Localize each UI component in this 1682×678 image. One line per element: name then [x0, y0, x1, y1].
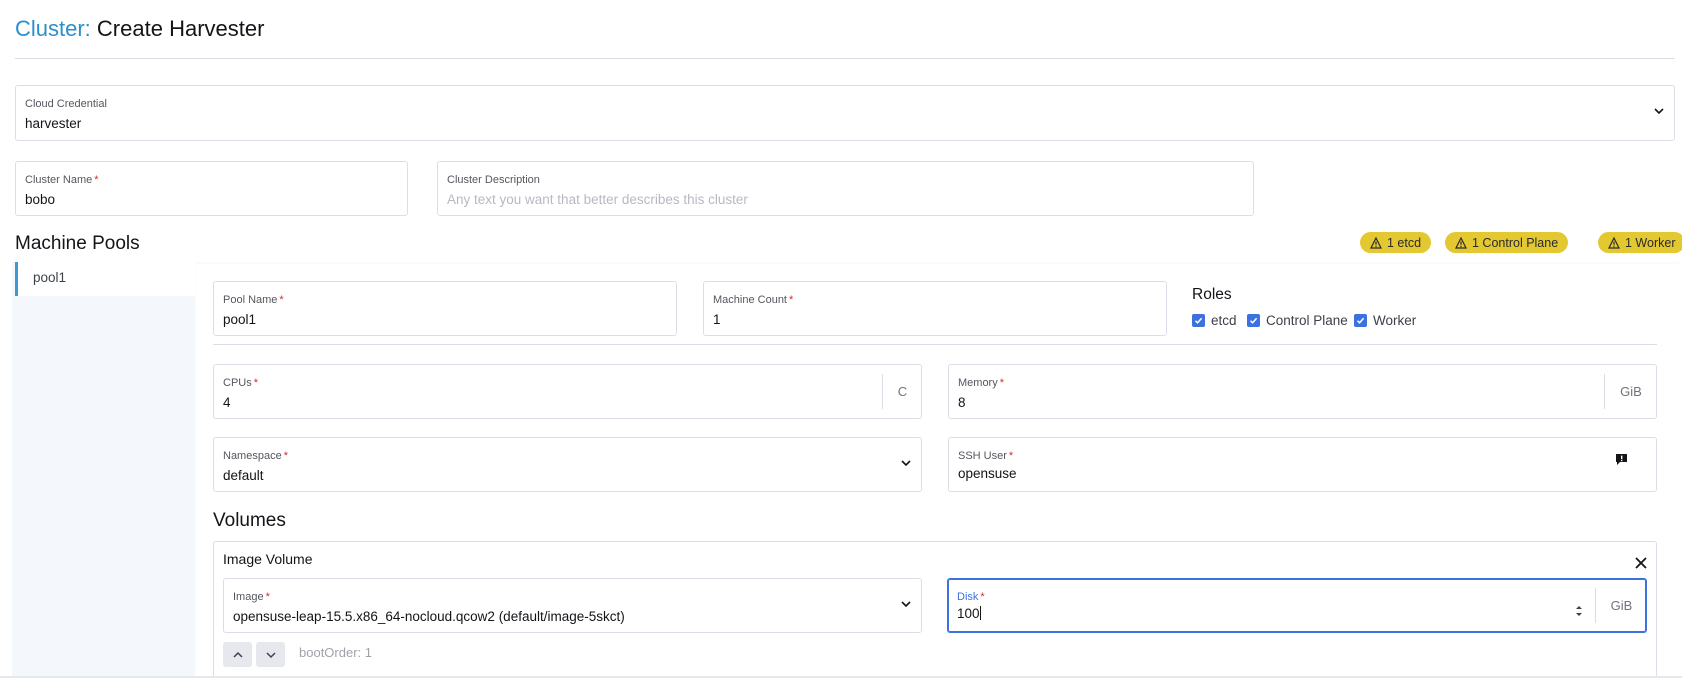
namespace-value: default	[223, 468, 264, 483]
machine-count-value: 1	[713, 312, 721, 327]
close-icon[interactable]	[1633, 555, 1649, 571]
chevron-down-icon	[901, 460, 911, 467]
roles-title: Roles	[1192, 286, 1232, 303]
role-worker-label: Worker	[1373, 313, 1417, 328]
cluster-name-value: bobo	[25, 192, 56, 207]
role-control-plane-checkbox[interactable]: Control Plane	[1247, 313, 1348, 328]
memory-label: Memory *	[958, 377, 1005, 389]
checkbox-checked-icon	[1192, 314, 1205, 327]
image-value: opensuse-leap-15.5.x86_64-nocloud.qcow2 …	[233, 609, 625, 624]
cluster-description-field[interactable]: Cluster Description Any text you want th…	[437, 161, 1254, 216]
image-label: Image *	[233, 591, 270, 603]
role-control-plane-label: Control Plane	[1266, 313, 1348, 328]
cpus-field[interactable]: CPUs * 4 C	[213, 364, 922, 419]
pool-name-field[interactable]: Pool Name * pool1	[213, 281, 677, 336]
disk-suffix: GiB	[1595, 588, 1647, 623]
move-down-button[interactable]	[256, 642, 285, 667]
badge-etcd-label: 1 etcd	[1387, 235, 1422, 250]
pool-sidebar	[12, 262, 195, 678]
ssh-user-label: SSH User *	[958, 450, 1014, 462]
role-etcd-checkbox[interactable]: etcd	[1192, 313, 1237, 328]
pool-divider	[213, 344, 1657, 345]
ssh-user-field[interactable]: SSH User * opensuse	[948, 437, 1657, 492]
volumes-heading: Volumes	[213, 510, 286, 531]
chevron-down-icon	[265, 651, 276, 658]
memory-value: 8	[958, 395, 966, 410]
badge-control-plane-label: 1 Control Plane	[1472, 235, 1559, 250]
ssh-user-value: opensuse	[958, 466, 1017, 481]
disk-field[interactable]: Disk * 100 GiB	[947, 578, 1647, 633]
badge-control-plane: 1 Control Plane	[1445, 232, 1569, 253]
cluster-description-label: Cluster Description	[447, 174, 540, 186]
machine-count-field[interactable]: Machine Count * 1	[703, 281, 1167, 336]
machine-count-label: Machine Count *	[713, 294, 794, 306]
namespace-label: Namespace *	[223, 450, 288, 462]
warning-icon	[1608, 236, 1620, 249]
badge-worker-label: 1 Worker	[1625, 235, 1676, 250]
header-divider	[15, 58, 1675, 59]
warning-icon	[1370, 236, 1382, 249]
warning-icon	[1455, 236, 1467, 249]
namespace-select[interactable]: Namespace * default	[213, 437, 922, 492]
checkbox-checked-icon	[1354, 314, 1367, 327]
pool-name-value: pool1	[223, 312, 257, 327]
chevron-down-icon	[901, 601, 911, 608]
disk-label: Disk *	[957, 591, 985, 603]
disk-value: 100	[957, 606, 981, 621]
cluster-description-placeholder: Any text you want that better describes …	[447, 192, 748, 207]
chevron-up-icon	[232, 651, 243, 658]
cpus-label: CPUs *	[223, 377, 259, 389]
badge-etcd: 1 etcd	[1360, 232, 1432, 253]
pool-name-label: Pool Name *	[223, 294, 284, 306]
move-up-button[interactable]	[223, 642, 252, 667]
cloud-credential-value: harvester	[25, 116, 82, 131]
page-title-text: Create Harvester	[96, 16, 265, 41]
cluster-name-label: Cluster Name *	[25, 174, 99, 186]
role-worker-checkbox[interactable]: Worker	[1354, 313, 1416, 328]
pool-tab-active-indicator	[15, 262, 18, 296]
breadcrumb-cluster[interactable]: Cluster:	[15, 16, 91, 41]
machine-pools-heading: Machine Pools	[15, 233, 140, 254]
memory-field[interactable]: Memory * 8 GiB	[948, 364, 1657, 419]
role-etcd-label: etcd	[1211, 313, 1237, 328]
cpus-suffix: C	[882, 374, 922, 409]
cloud-credential-label: Cloud Credential	[25, 98, 107, 110]
checkbox-checked-icon	[1247, 314, 1260, 327]
image-select[interactable]: Image * opensuse-leap-15.5.x86_64-nocloud…	[223, 578, 922, 633]
cluster-name-field[interactable]: Cluster Name * bobo	[15, 161, 408, 216]
page-title: Cluster: Create Harvester	[15, 14, 264, 44]
memory-suffix: GiB	[1604, 374, 1657, 409]
info-icon[interactable]	[1615, 453, 1628, 466]
cpus-value: 4	[223, 395, 231, 410]
boot-order-label: bootOrder: 1	[299, 645, 372, 660]
image-volume-title: Image Volume	[223, 551, 313, 567]
badge-worker: 1 Worker	[1598, 232, 1682, 253]
pool-tab-label[interactable]: pool1	[33, 270, 66, 285]
cloud-credential-select[interactable]: Cloud Credential harvester	[15, 85, 1675, 141]
spinner-icon[interactable]	[1574, 604, 1584, 618]
chevron-down-icon	[1654, 108, 1664, 115]
